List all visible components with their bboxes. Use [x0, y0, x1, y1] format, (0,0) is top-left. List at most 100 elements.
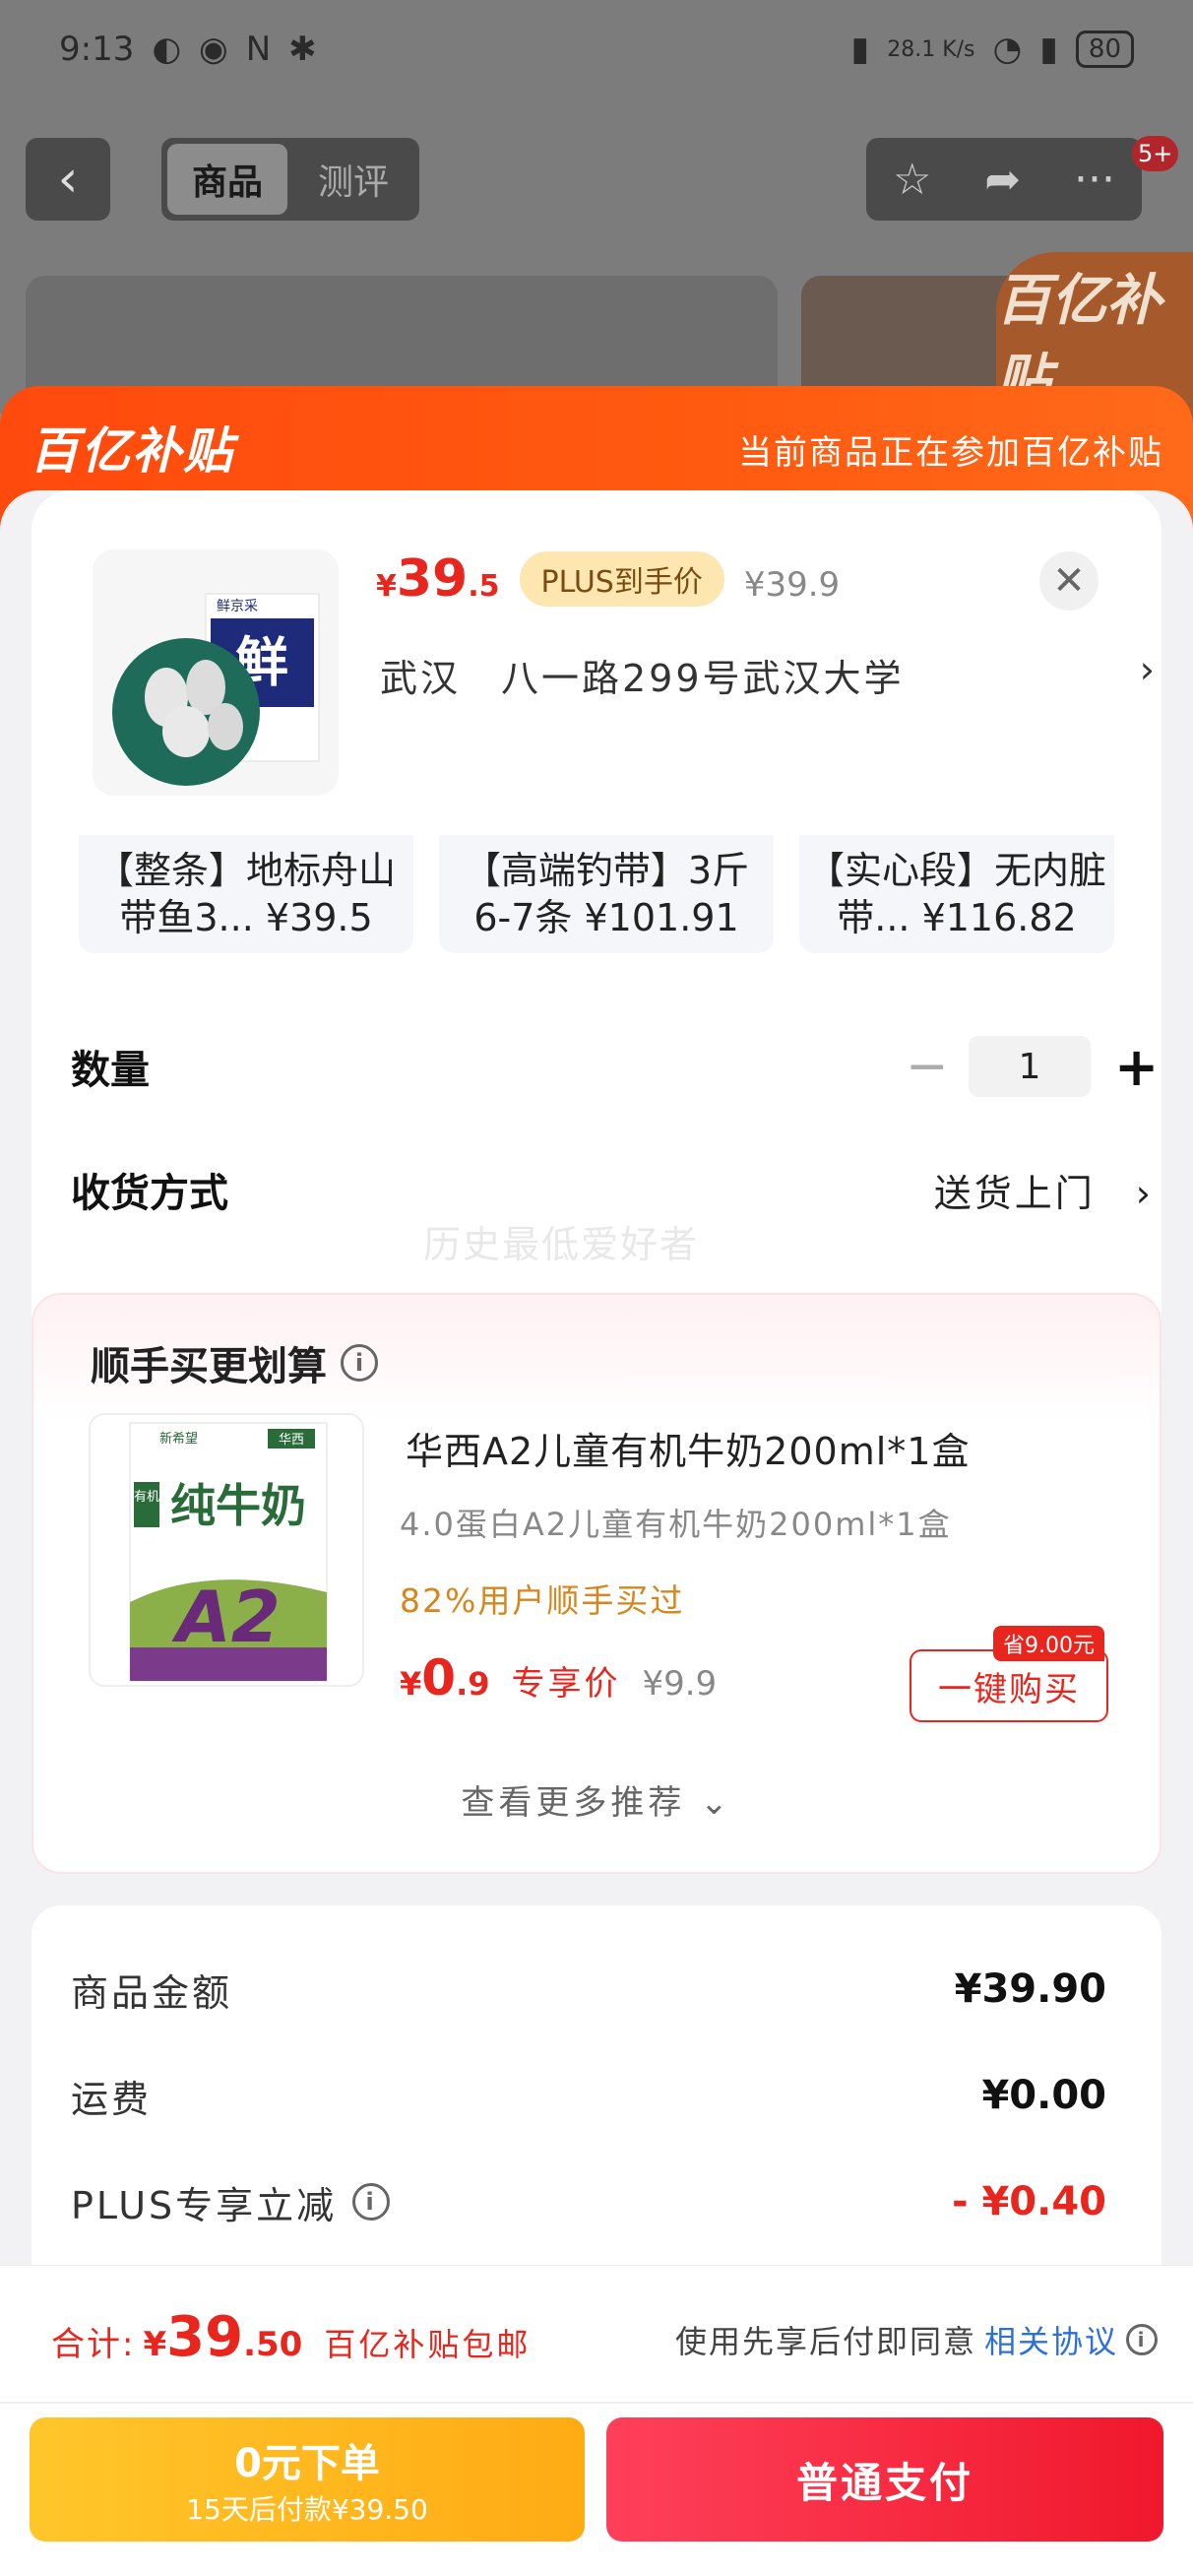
- variant-line1: 【整条】地标舟山: [95, 849, 396, 892]
- bnpl-subtitle: 15天后付款¥39.50: [186, 2493, 428, 2526]
- recommendation-card: 顺手买更划算 i 新希望 华西 有机 纯牛奶 A2 华西A2儿童有机牛奶200m…: [31, 1293, 1162, 1874]
- back-button[interactable]: ‹: [26, 138, 110, 221]
- recommended-price-row: ¥0.9 专享价 ¥9.9: [400, 1649, 717, 1707]
- breakdown-value: ¥0.00: [981, 2073, 1106, 2118]
- recommended-product-image[interactable]: 新希望 华西 有机 纯牛奶 A2: [89, 1413, 364, 1687]
- vibrate-icon: ▮: [850, 30, 870, 69]
- plus-price-tag: PLUS到手价: [519, 551, 724, 607]
- quantity-stepper: − 1 +: [906, 1036, 1159, 1098]
- variant-list: 【整条】地标舟山 带鱼3... ¥39.5 【高端钓带】3斤 6-7条 ¥101…: [79, 835, 1114, 953]
- bluetooth-icon: ✱: [288, 30, 317, 69]
- recommendation-title-text: 顺手买更划算: [91, 1344, 327, 1389]
- nfc-icon: N: [245, 30, 272, 69]
- product-image: 鲜 鲜京采: [93, 549, 339, 796]
- variant-line1: 【实心段】无内脏: [806, 849, 1106, 892]
- img-mark: A2: [171, 1576, 281, 1658]
- breakdown-label: PLUS专享立减 i: [71, 2175, 391, 2229]
- chevron-down-icon: ⌄: [700, 1783, 732, 1823]
- save-badge: 省9.00元: [993, 1626, 1104, 1661]
- breakdown-value: - ¥0.40: [951, 2179, 1106, 2224]
- quantity-value[interactable]: 1: [969, 1036, 1091, 1097]
- breakdown-value: ¥39.90: [954, 1966, 1106, 2012]
- thumb-brand: 鲜京采: [217, 599, 258, 614]
- nav-tabs: 商品 测评: [161, 138, 419, 221]
- watermark: 历史最低爱好者: [423, 1223, 700, 1266]
- info-icon[interactable]: i: [341, 1344, 378, 1382]
- buy-now-pay-later-button[interactable]: 0元下单 15天后付款¥39.50: [30, 2417, 585, 2542]
- tab-review[interactable]: 测评: [293, 144, 413, 215]
- eye-icon: ◉: [199, 30, 228, 69]
- agreement-link[interactable]: 相关协议: [984, 2317, 1118, 2362]
- nav-actions: ☆ ➦ ···: [866, 138, 1142, 221]
- checkout-sheet: 鲜 鲜京采 ¥39.5 PLUS到手价 ¥39.9 ✕ 武汉 八一路299号武汉…: [0, 490, 1193, 2576]
- breakdown-row: PLUS专享立减 i - ¥0.40: [71, 2167, 1106, 2236]
- total-row: 合计: ¥39.50 百亿补贴包邮: [51, 2305, 531, 2369]
- checkout-bar: 合计: ¥39.50 百亿补贴包邮 使用先享后付即同意 相关协议 i 0元下单 …: [0, 2265, 1193, 2576]
- alert-icon: ▮: [1039, 30, 1058, 69]
- shipping-label: 收货方式: [71, 1171, 228, 1216]
- original-price: ¥39.9: [743, 565, 841, 605]
- info-icon[interactable]: i: [352, 2183, 391, 2221]
- img-brand-left: 新希望: [159, 1431, 198, 1447]
- quantity-row: 数量 − 1 +: [71, 1027, 1159, 1106]
- battery-indicator: 80: [1075, 31, 1134, 68]
- recommended-original-price: ¥9.9: [642, 1664, 718, 1704]
- quantity-label: 数量: [71, 1048, 150, 1093]
- wifi-icon: ◔: [992, 30, 1023, 69]
- increment-button[interactable]: +: [1114, 1036, 1159, 1098]
- star-icon[interactable]: ☆: [893, 155, 931, 205]
- status-right: ▮ 28.1 K/s ◔ ▮ 80: [851, 30, 1134, 69]
- total-note: 百亿补贴包邮: [324, 2326, 532, 2363]
- agreement-text: 使用先享后付即同意 相关协议 i: [675, 2317, 1158, 2362]
- price-breakdown: 商品金额 ¥39.90 运费 ¥0.00 PLUS专享立减 i - ¥0.40: [31, 1905, 1162, 2299]
- more-recommendations-link[interactable]: 查看更多推荐 ⌄: [33, 1775, 1160, 1824]
- recommended-product-name[interactable]: 华西A2儿童有机牛奶200ml*1盒: [406, 1421, 970, 1475]
- breakdown-row: 运费 ¥0.00: [71, 2061, 1106, 2130]
- variant-line2: 带... ¥116.82: [837, 896, 1077, 939]
- breakdown-row: 商品金额 ¥39.90: [71, 1955, 1106, 2024]
- shipping-value: 送货上门 ›: [933, 1171, 1154, 1215]
- tab-product[interactable]: 商品: [167, 144, 287, 215]
- img-prefix: 有机: [134, 1490, 159, 1505]
- social-proof: 82%用户顺手买过: [400, 1581, 685, 1620]
- variant-chip[interactable]: 【整条】地标舟山 带鱼3... ¥39.5: [79, 835, 413, 953]
- recommendation-title: 顺手买更划算 i: [91, 1334, 378, 1391]
- price-main: ¥39.5: [376, 549, 500, 609]
- info-icon[interactable]: i: [1126, 2324, 1158, 2355]
- product-header: 鲜 鲜京采 ¥39.5 PLUS到手价 ¥39.9 ✕ 武汉 八一路299号武汉…: [31, 490, 1162, 835]
- address-selector[interactable]: 武汉 八一路299号武汉大学 ›: [380, 648, 1158, 702]
- total-label: 合计:: [51, 2325, 136, 2364]
- chevron-left-icon: ‹: [57, 150, 79, 209]
- address-text: 武汉 八一路299号武汉大学: [380, 657, 905, 700]
- milk-box-image: 新希望 华西 有机 纯牛奶 A2: [129, 1422, 328, 1682]
- app-notification-icon: ◐: [152, 30, 182, 69]
- notification-badge: 5+: [1132, 136, 1179, 171]
- network-speed: 28.1 K/s: [887, 36, 975, 62]
- exclusive-price-tag: 专享价: [511, 1664, 621, 1704]
- variant-line1: 【高端钓带】3斤: [463, 849, 750, 892]
- close-button[interactable]: ✕: [1039, 551, 1099, 611]
- divider: [0, 2402, 1193, 2404]
- recommended-price: ¥0.9: [400, 1649, 490, 1707]
- breakdown-label: 运费: [71, 2077, 153, 2121]
- status-bar: 9:13 ◐ ◉ N ✱ ▮ 28.1 K/s ◔ ▮ 80: [0, 0, 1193, 98]
- chevron-right-icon: ›: [1135, 1171, 1154, 1215]
- product-thumbnail: 鲜 鲜京采: [93, 549, 339, 796]
- variant-chip[interactable]: 【高端钓带】3斤 6-7条 ¥101.91: [439, 835, 774, 953]
- more-icon[interactable]: ···: [1074, 155, 1115, 205]
- variant-line2: 6-7条 ¥101.91: [473, 896, 739, 939]
- agreement-prefix: 使用先享后付即同意: [674, 2323, 976, 2360]
- price-row: ¥39.5 PLUS到手价 ¥39.9: [376, 549, 840, 609]
- subsidy-logo: 百亿补贴: [30, 422, 234, 480]
- normal-pay-button[interactable]: 普通支付: [606, 2417, 1163, 2542]
- variant-chip[interactable]: 【实心段】无内脏 带... ¥116.82: [799, 835, 1114, 953]
- share-icon[interactable]: ➦: [984, 155, 1021, 205]
- breakdown-label: 商品金额: [71, 1970, 233, 2015]
- subsidy-note: 当前商品正在参加百亿补贴: [738, 433, 1163, 473]
- chevron-right-icon: ›: [1139, 648, 1158, 691]
- img-title: 纯牛奶: [170, 1479, 306, 1532]
- variant-line2: 带鱼3... ¥39.5: [119, 896, 373, 939]
- total-amount: ¥39.50: [143, 2305, 303, 2369]
- bnpl-title: 0元下单: [234, 2441, 380, 2486]
- decrement-button[interactable]: −: [906, 1037, 949, 1096]
